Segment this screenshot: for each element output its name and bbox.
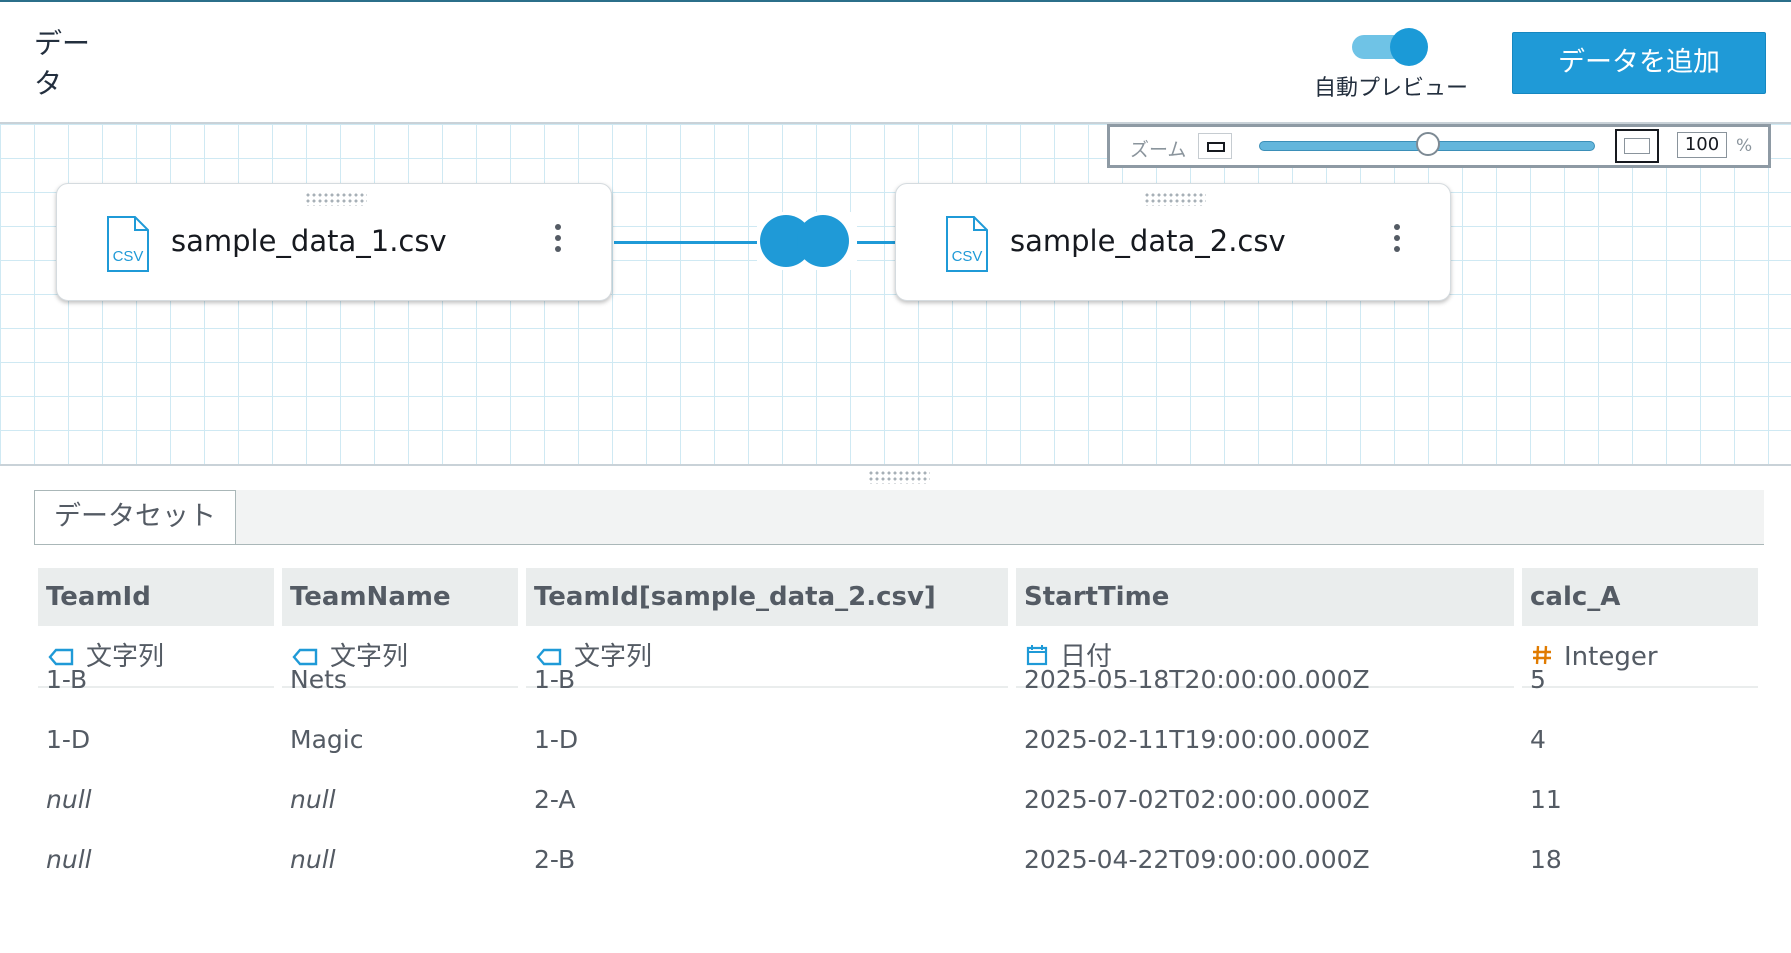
table-cell: 2025-02-11T19:00:00.000Z [1024, 725, 1370, 754]
auto-preview-label: 自動プレビュー [1313, 76, 1468, 101]
column-header[interactable]: TeamId [38, 568, 274, 626]
page-title: データ [34, 27, 91, 100]
dataset-node-1[interactable]: CSV sample_data_1.csv [56, 183, 612, 301]
tab-dataset[interactable]: データセット [34, 490, 236, 544]
table-cell: Nets [290, 665, 347, 694]
auto-preview-toggle[interactable] [1352, 28, 1428, 66]
dataset-name: sample_data_1.csv [171, 224, 447, 258]
toggle-knob [1390, 28, 1428, 66]
table-cell: 1-B [46, 665, 88, 694]
dataset-node-2[interactable]: CSV sample_data_2.csv [895, 183, 1451, 301]
column-header[interactable]: calc_A [1522, 568, 1758, 626]
table-cell: 2-B [534, 845, 576, 874]
column-header[interactable]: StartTime [1016, 568, 1514, 626]
table-cell: 1-B [534, 665, 576, 694]
dataset-name: sample_data_2.csv [1010, 224, 1286, 258]
table-cell: 1-D [46, 725, 91, 754]
table-cell: null [46, 845, 92, 874]
csv-icon-text: CSV [952, 248, 983, 265]
add-data-button[interactable]: データを追加 [1512, 32, 1766, 94]
tab-bar: データセット [34, 490, 1764, 545]
zoom-in-button[interactable] [1615, 129, 1659, 163]
more-options-icon[interactable] [1390, 224, 1404, 258]
table-cell: 2025-07-02T02:00:00.000Z [1024, 785, 1370, 814]
table-cell: 11 [1530, 785, 1562, 814]
panel-resize-handle-icon[interactable] [868, 470, 930, 484]
drag-handle-icon[interactable] [305, 192, 367, 206]
table-cell: null [46, 785, 92, 814]
table-cell: 18 [1530, 845, 1562, 874]
csv-file-icon: CSV [946, 216, 988, 272]
column-header[interactable]: TeamName [282, 568, 518, 626]
more-options-icon[interactable] [551, 224, 565, 258]
join-icon[interactable] [757, 212, 857, 270]
zoom-slider-handle[interactable] [1416, 132, 1440, 156]
table-cell: null [290, 785, 336, 814]
column-header[interactable]: TeamId[sample_data_2.csv] [526, 568, 1008, 626]
table-cell: 5 [1530, 665, 1546, 694]
zoom-out-icon [1207, 142, 1225, 152]
zoom-control: ズーム 100 % [1107, 124, 1771, 168]
table-cell: 2-A [534, 785, 576, 814]
page-header: データ 自動プレビュー データを追加 [0, 2, 1791, 122]
csv-icon-text: CSV [113, 248, 144, 265]
table-cell: 2025-05-18T20:00:00.000Z [1024, 665, 1370, 694]
table-cell: 2025-04-22T09:00:00.000Z [1024, 845, 1370, 874]
zoom-out-button[interactable] [1198, 133, 1232, 159]
table-cell: 4 [1530, 725, 1546, 754]
drag-handle-icon[interactable] [1144, 192, 1206, 206]
zoom-unit: % [1736, 136, 1753, 156]
table-cell: Magic [290, 725, 364, 754]
zoom-value-input[interactable]: 100 [1677, 132, 1727, 158]
csv-file-icon: CSV [107, 216, 149, 272]
zoom-label: ズーム [1130, 139, 1187, 161]
zoom-in-icon [1624, 138, 1650, 154]
table-cell: 1-D [534, 725, 579, 754]
table-cell: null [290, 845, 336, 874]
